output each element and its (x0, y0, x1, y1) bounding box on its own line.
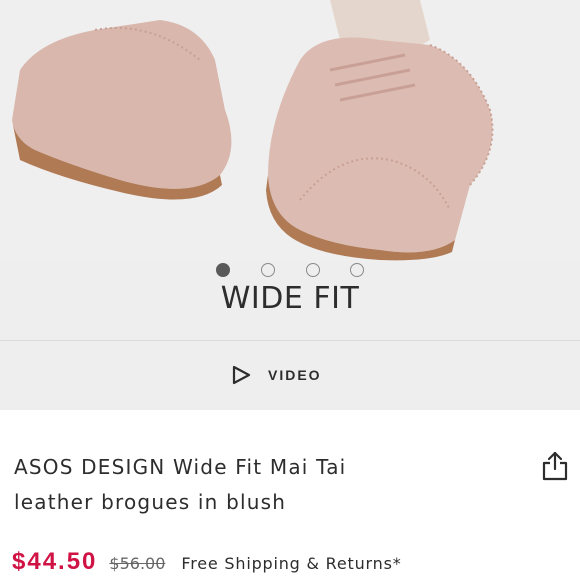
video-bar: VIDEO (0, 340, 580, 410)
price-row: $44.50 $56.00 Free Shipping & Returns* (12, 548, 580, 580)
carousel-dot-4[interactable] (350, 263, 364, 277)
video-label: VIDEO (268, 367, 322, 383)
play-icon (232, 365, 251, 385)
carousel-dot-1[interactable] (216, 263, 230, 277)
original-price: $56.00 (109, 554, 166, 573)
carousel-dot-2[interactable] (261, 263, 275, 277)
product-image-gallery[interactable]: WIDE FIT (0, 0, 580, 340)
carousel-indicators (0, 263, 580, 279)
product-photo[interactable] (0, 0, 580, 262)
product-title-line-2: leather brogues in blush (14, 490, 287, 514)
video-button[interactable]: VIDEO (230, 357, 360, 393)
product-title: ASOS DESIGN Wide Fit Mai Tai leather bro… (14, 450, 514, 520)
fit-caption: WIDE FIT (220, 281, 360, 316)
current-price: $44.50 (12, 548, 98, 575)
shipping-info-link[interactable]: Free Shipping & Returns* (181, 554, 401, 573)
product-title-line-1: ASOS DESIGN Wide Fit Mai Tai (14, 455, 347, 479)
share-icon[interactable] (540, 450, 570, 482)
carousel-dot-3[interactable] (306, 263, 320, 277)
